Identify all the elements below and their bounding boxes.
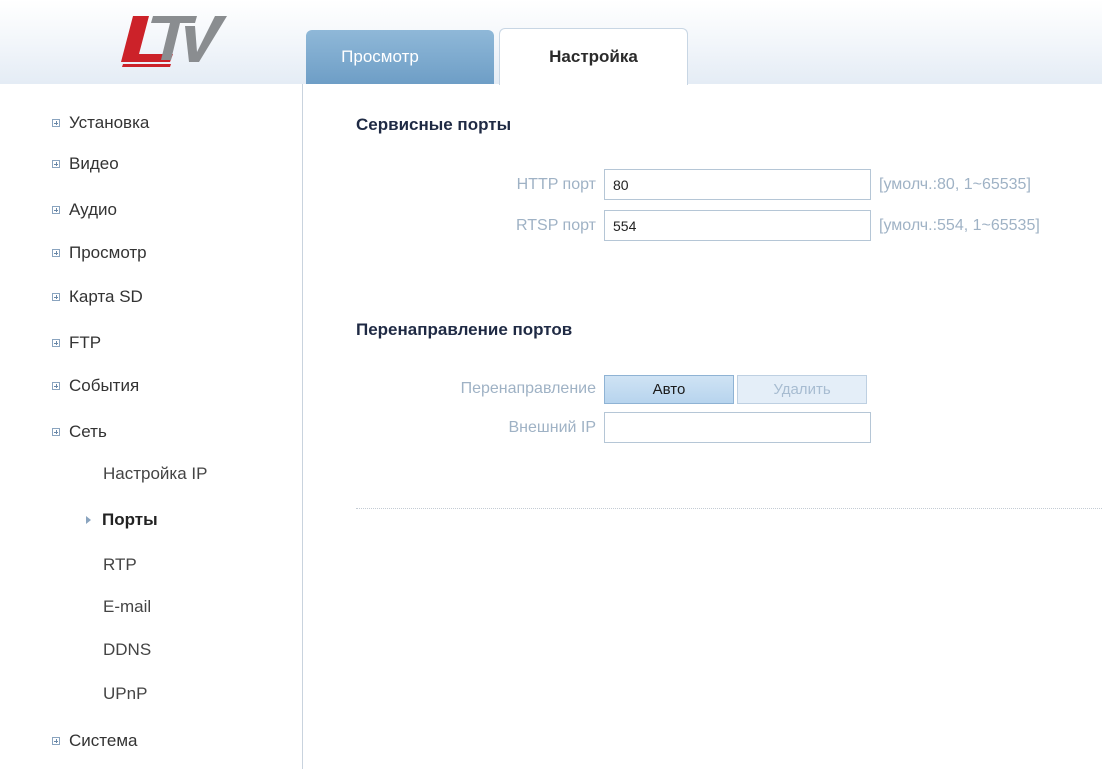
sidebar-subitem-label: Настройка IP — [103, 464, 208, 483]
sidebar: Установка Видео Аудио Просмотр Карта SD … — [34, 84, 303, 769]
sidebar-subitem-ddns[interactable]: DDNS — [103, 638, 151, 662]
tab-settings[interactable]: Настройка — [499, 28, 688, 85]
expand-icon — [52, 428, 60, 436]
sidebar-item-sd-card[interactable]: Карта SD — [52, 285, 143, 309]
sidebar-item-network[interactable]: Сеть — [52, 420, 107, 444]
sidebar-subitem-ip-settings[interactable]: Настройка IP — [103, 462, 207, 486]
rtsp-port-label: RTSP порт — [516, 217, 596, 234]
tab-preview-label: Просмотр — [341, 47, 419, 66]
chevron-right-icon — [86, 516, 91, 524]
sidebar-item-label: Система — [69, 731, 138, 750]
sidebar-subitem-label: E-mail — [103, 597, 152, 616]
delete-button[interactable]: Удалить — [737, 375, 867, 404]
sidebar-subitem-email[interactable]: E-mail — [103, 595, 151, 619]
sidebar-subitem-rtp[interactable]: RTP — [103, 553, 137, 577]
sidebar-subitem-label: DDNS — [103, 640, 152, 659]
section-title-service-ports: Сервисные порты — [356, 115, 512, 134]
http-port-input[interactable] — [604, 169, 871, 200]
external-ip-label: Внешний IP — [508, 419, 596, 436]
sidebar-item-label: События — [69, 376, 140, 395]
expand-icon — [52, 737, 60, 745]
sidebar-subitem-ports[interactable]: Порты — [86, 508, 158, 532]
expand-icon — [52, 249, 60, 257]
sidebar-item-label: Установка — [69, 113, 150, 132]
sidebar-item-label: Просмотр — [69, 243, 147, 262]
sidebar-item-label: Сеть — [69, 422, 107, 441]
sidebar-subitem-label: RTP — [103, 555, 137, 574]
sidebar-item-video[interactable]: Видео — [52, 152, 119, 176]
divider — [356, 508, 1102, 509]
sidebar-subitem-label: UPnP — [103, 684, 148, 703]
forwarding-label: Перенаправление — [460, 380, 596, 397]
sidebar-item-ftp[interactable]: FTP — [52, 331, 101, 355]
sidebar-item-label: Аудио — [69, 200, 117, 219]
ltv-logo — [121, 16, 227, 67]
sidebar-subitem-label: Порты — [102, 510, 158, 529]
auto-button[interactable]: Авто — [604, 375, 734, 404]
sidebar-item-setup[interactable]: Установка — [52, 111, 149, 135]
expand-icon — [52, 382, 60, 390]
sidebar-item-system[interactable]: Система — [52, 729, 137, 753]
sidebar-item-label: Видео — [69, 154, 119, 173]
tab-settings-label: Настройка — [549, 47, 638, 66]
external-ip-input[interactable] — [604, 412, 871, 443]
expand-icon — [52, 119, 60, 127]
sidebar-item-preview[interactable]: Просмотр — [52, 241, 147, 265]
sidebar-item-audio[interactable]: Аудио — [52, 198, 117, 222]
expand-icon — [52, 206, 60, 214]
section-title-port-forwarding: Перенаправление портов — [356, 320, 573, 339]
sidebar-item-label: FTP — [69, 333, 102, 352]
http-port-label: HTTP порт — [516, 176, 596, 193]
expand-icon — [52, 160, 60, 168]
sidebar-subitem-upnp[interactable]: UPnP — [103, 682, 147, 706]
sidebar-item-events[interactable]: События — [52, 374, 139, 398]
rtsp-port-hint: [умолч.:554, 1~65535] — [879, 217, 1040, 234]
header-bar: Просмотр Настройка — [0, 0, 1102, 85]
expand-icon — [52, 339, 60, 347]
sidebar-item-label: Карта SD — [69, 287, 143, 306]
tab-preview[interactable]: Просмотр — [306, 30, 494, 84]
http-port-hint: [умолч.:80, 1~65535] — [879, 176, 1031, 193]
expand-icon — [52, 293, 60, 301]
rtsp-port-input[interactable] — [604, 210, 871, 241]
